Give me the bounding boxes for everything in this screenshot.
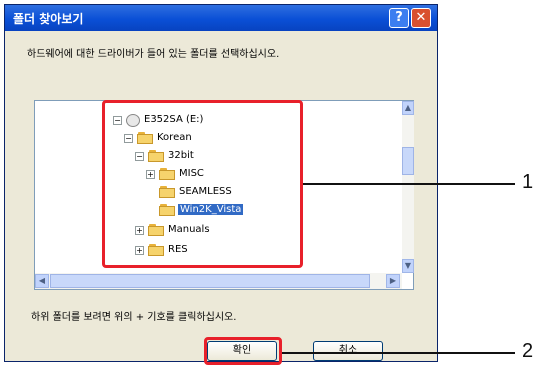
callout-number-2: 2 (522, 340, 534, 362)
instruction-text: 하드웨어에 대한 드라이버가 들어 있는 폴더를 선택하십시오. (27, 49, 280, 60)
callout-number-1: 1 (522, 171, 534, 193)
scroll-left-icon[interactable]: ◀ (35, 274, 49, 288)
scroll-down-icon[interactable]: ▼ (402, 259, 414, 273)
callout-box-ok (204, 337, 282, 365)
horizontal-scrollbar[interactable]: ◀ ▶ (35, 273, 402, 289)
hint-text: 하위 폴더를 보려면 위의 + 기호를 클릭하십시오. (31, 312, 237, 323)
callout-line-1 (303, 183, 515, 185)
callout-box-tree (102, 100, 303, 268)
scroll-thumb[interactable] (50, 274, 370, 288)
scroll-right-icon[interactable]: ▶ (386, 274, 400, 288)
vertical-scrollbar[interactable]: ▲ ▼ (402, 101, 414, 273)
dialog-title: 폴더 찾아보기 (13, 12, 84, 26)
callout-line-2 (282, 352, 515, 354)
scroll-up-icon[interactable]: ▲ (402, 101, 414, 115)
help-button[interactable]: ? (389, 8, 409, 28)
cancel-button[interactable]: 취소 (313, 341, 383, 361)
close-button[interactable]: ✕ (411, 8, 431, 28)
scroll-thumb[interactable] (402, 147, 414, 175)
title-bar: 폴더 찾아보기 ? ✕ (5, 5, 437, 31)
